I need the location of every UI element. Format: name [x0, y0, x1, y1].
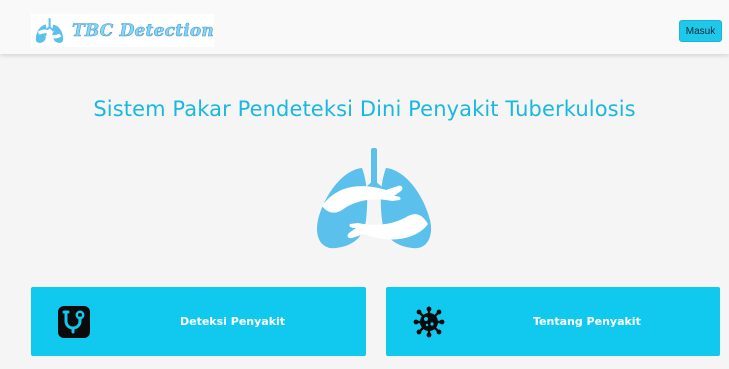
page-title: Sistem Pakar Pendeteksi Dini Penyakit Tu… [93, 97, 636, 121]
lungs-hug-illustration [316, 148, 432, 249]
stethoscope-icon [58, 306, 90, 338]
detect-disease-label: Deteksi Penyakit [180, 315, 286, 328]
virus-icon [413, 306, 445, 338]
login-button[interactable]: Masuk [679, 20, 722, 42]
brand-logo[interactable]: TBC Detection [31, 14, 214, 47]
about-disease-label: Tentang Penyakit [533, 315, 641, 328]
page: TBC Detection Masuk Sistem Pakar Pendete… [0, 0, 729, 369]
about-disease-card[interactable]: Tentang Penyakit [386, 287, 720, 356]
brand-name: TBC Detection [72, 20, 214, 41]
detect-disease-card[interactable]: Deteksi Penyakit [31, 287, 366, 356]
lungs-hug-icon [35, 17, 64, 43]
top-navbar: TBC Detection Masuk [0, 0, 729, 54]
